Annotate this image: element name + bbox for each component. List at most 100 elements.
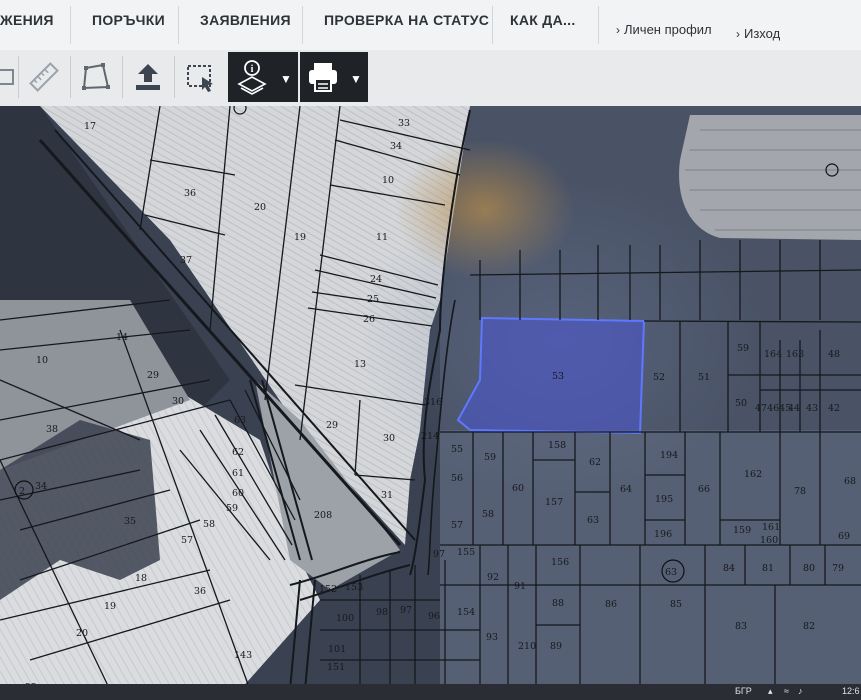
parcel-label: 29 (147, 370, 159, 381)
parcel-label: 34 (35, 481, 47, 492)
selected-parcel-53[interactable] (456, 316, 646, 435)
field-northeast (679, 115, 861, 240)
nav-divider (178, 6, 179, 44)
parcel-label: 208 (314, 510, 332, 521)
layers-info-button[interactable]: i ▼ (228, 52, 298, 102)
svg-text:i: i (251, 64, 254, 75)
parcel-label: 30 (172, 396, 184, 407)
draw-polygon-button[interactable] (74, 52, 118, 102)
chevron-down-icon: ▼ (280, 72, 292, 86)
parcel-label: 50 (735, 398, 747, 409)
logout-link[interactable]: › Изход (736, 26, 780, 41)
parcel-label: 91 (514, 581, 526, 592)
taskbar-clock: 12:6 (842, 686, 860, 696)
parcel-label: 69 (838, 531, 850, 542)
parcel-label: 196 (654, 529, 672, 540)
parcel-label: 98 (376, 607, 388, 618)
nav-divider (492, 6, 493, 44)
parcel-label: 78 (794, 486, 806, 497)
parcel-label: 56 (451, 473, 463, 484)
parcel-label: 10 (382, 175, 394, 186)
draw-polygon-icon (82, 63, 110, 90)
parcel-label: 60 (232, 488, 244, 499)
select-area-button[interactable] (178, 52, 222, 102)
profile-label: Личен профил (624, 22, 712, 37)
cadastral-map[interactable]: 17 33 34 10 36 20 19 11 37 24 25 26 14 1… (0, 106, 861, 700)
measure-tool-button[interactable] (22, 52, 66, 102)
parcel-label: 34 (390, 141, 402, 152)
parcel-label: 30 (383, 433, 395, 444)
nav-divider (598, 6, 599, 44)
parcel-label: 62 (589, 457, 601, 468)
nav-item-orders[interactable]: ПОРЪЧКИ (92, 12, 165, 28)
parcel-label: 60 (512, 483, 524, 494)
parcel-label: 158 (548, 440, 566, 451)
parcel-label: 38 (46, 424, 58, 435)
upload-button[interactable] (126, 52, 170, 102)
parcel-label: 81 (762, 563, 774, 574)
parcel-label: 86 (605, 599, 617, 610)
layers-info-icon: i (237, 60, 267, 95)
parcel-label: 154 (457, 607, 475, 618)
network-icon[interactable]: ▴ (768, 686, 773, 697)
parcel-label: 195 (655, 494, 673, 505)
parcel-label: 10 (36, 355, 48, 366)
parcel-label: 17 (84, 121, 96, 132)
parcel-label: 44 (788, 403, 800, 414)
parcel-label: 57 (451, 520, 463, 531)
parcel-label: 474645 (755, 403, 791, 414)
parcel-label: 31 (381, 490, 393, 501)
parcel-label: 64 (620, 484, 632, 495)
top-navigation: ЖЕНИЯ ПОРЪЧКИ ЗАЯВЛЕНИЯ ПРОВЕРКА НА СТАТ… (0, 0, 861, 51)
language-indicator[interactable]: БГР (735, 686, 752, 696)
volume-icon[interactable]: ♪ (798, 686, 803, 696)
map-canvas[interactable]: 17 33 34 10 36 20 19 11 37 24 25 26 14 1… (0, 106, 861, 700)
parcel-label: 59 (737, 343, 749, 354)
profile-link[interactable]: › Личен профил (616, 22, 712, 37)
wifi-icon[interactable]: ≈ (784, 686, 789, 696)
parcel-label: 100 (336, 613, 354, 624)
parcel-label: 210 (518, 641, 536, 652)
parcel-label: 19 (104, 601, 116, 612)
parcel-label: 316 (424, 397, 442, 408)
print-button[interactable]: ▼ (300, 52, 368, 102)
parcel-label: 92 (487, 572, 499, 583)
parcel-label: 161 (762, 522, 780, 533)
parcel-label: 51 (698, 372, 710, 383)
parcel-label: 24 (370, 274, 382, 285)
svg-text:63: 63 (665, 567, 677, 578)
parcel-label: 63 (587, 515, 599, 526)
parcel-label: 48 (828, 349, 840, 360)
nav-divider (302, 6, 303, 44)
print-icon (309, 63, 337, 92)
toolbar-divider (18, 56, 19, 98)
parcel-label: 153 (345, 582, 363, 593)
parcel-label: 57 (181, 535, 193, 546)
nav-item-status-check[interactable]: ПРОВЕРКА НА СТАТУС (324, 12, 489, 28)
parcel-label: 35 (124, 516, 136, 527)
parcel-label: 80 (803, 563, 815, 574)
parcel-label: 37 (180, 255, 192, 266)
upload-icon (136, 64, 160, 90)
parcel-label: 63 (234, 415, 246, 426)
parcel-label: 59 (226, 503, 238, 514)
measure-ruler-icon (29, 62, 59, 92)
parcel-label: 159 (733, 525, 751, 536)
parcel-label: 164 (764, 349, 782, 360)
parcel-label: 43 (806, 403, 818, 414)
parcel-label: 152 (319, 584, 337, 595)
parcel-label: 66 (698, 484, 710, 495)
nav-item-settlements[interactable]: ЖЕНИЯ (0, 12, 54, 28)
parcel-label: 59 (484, 452, 496, 463)
chevron-right-icon: › (736, 27, 740, 41)
chevron-down-icon: ▼ (350, 72, 362, 86)
chevron-right-icon: › (616, 23, 620, 37)
parcel-label: 194 (660, 450, 678, 461)
selected-parcel-label: 53 (552, 371, 564, 382)
parcel-label: 89 (550, 641, 562, 652)
parcel-label: 55 (451, 444, 463, 455)
nav-item-how-to[interactable]: КАК ДА... (510, 12, 576, 28)
svg-text:2: 2 (19, 486, 25, 497)
nav-item-applications[interactable]: ЗАЯВЛЕНИЯ (200, 12, 291, 28)
select-area-icon (187, 65, 213, 92)
